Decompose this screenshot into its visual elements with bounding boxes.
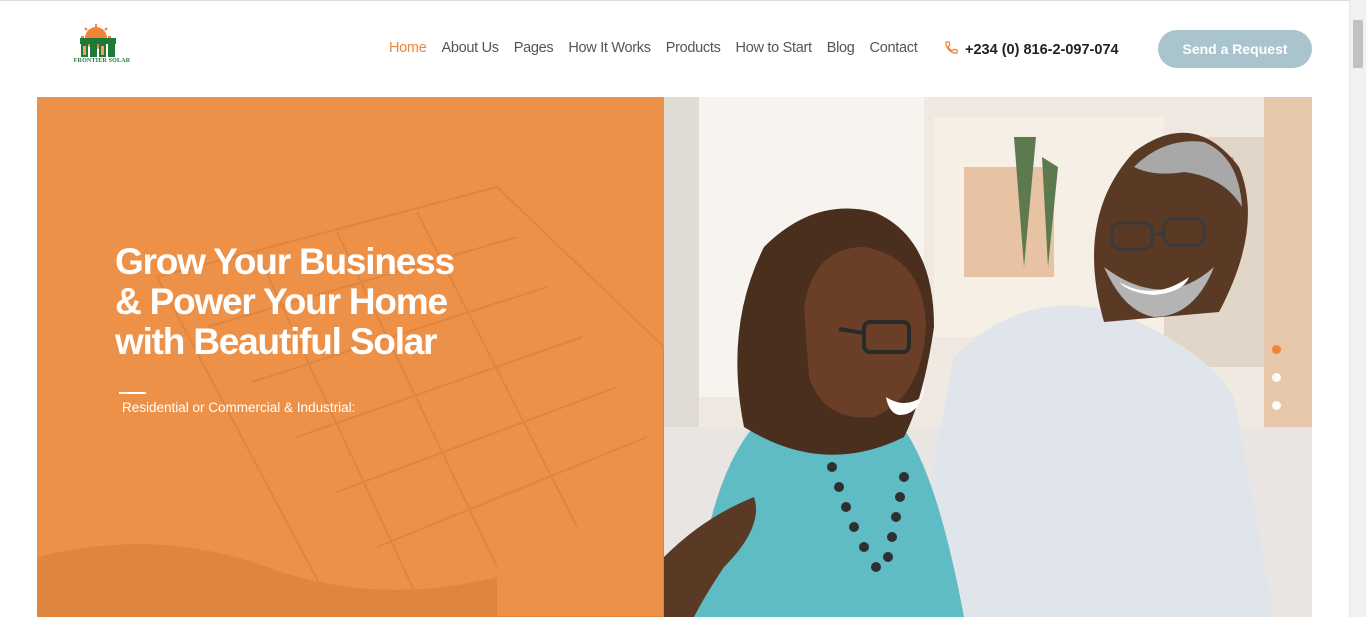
nav-products[interactable]: Products: [666, 40, 721, 56]
logo-icon: [80, 24, 116, 57]
logo-text: FRONTIER SOLAR: [73, 58, 131, 64]
main-nav: Home About Us Pages How It Works Product…: [389, 40, 918, 56]
phone-number: +234 (0) 816-2-097-074: [965, 42, 1119, 58]
nav-pages[interactable]: Pages: [514, 40, 554, 56]
slider-dot-3[interactable]: [1272, 401, 1281, 410]
hero-subtitle: Residential or Commercial & Industrial:: [122, 400, 356, 415]
nav-how-it-works[interactable]: How It Works: [568, 40, 651, 56]
nav-contact[interactable]: Contact: [870, 40, 918, 56]
hero-title-line-2: & Power Your Home: [115, 281, 448, 322]
nav-home[interactable]: Home: [389, 40, 427, 56]
slider-dot-1[interactable]: [1272, 345, 1281, 354]
hero-title: Grow Your Business & Power Your Home wit…: [115, 242, 535, 362]
hero-title-line-1: Grow Your Business: [115, 241, 455, 282]
slider-dot-2[interactable]: [1272, 373, 1281, 382]
header-phone[interactable]: +234 (0) 816-2-097-074: [944, 40, 1119, 60]
frontier-solar-logo[interactable]: FRONTIER SOLAR: [66, 24, 138, 70]
top-border: [0, 0, 1349, 1]
hero-image: [664, 97, 1312, 617]
hero-divider: [119, 392, 146, 394]
hero-slider: Grow Your Business & Power Your Home wit…: [37, 97, 1312, 617]
nav-how-to-start[interactable]: How to Start: [736, 40, 812, 56]
phone-icon: [944, 40, 959, 60]
hero-title-line-3: with Beautiful Solar: [115, 321, 438, 362]
vertical-scrollbar[interactable]: [1349, 0, 1366, 617]
send-request-button[interactable]: Send a Request: [1158, 30, 1312, 68]
hero-text-panel: Grow Your Business & Power Your Home wit…: [37, 97, 664, 617]
senior-couple-photo: [664, 97, 1312, 617]
scrollbar-thumb[interactable]: [1353, 20, 1363, 68]
nav-blog[interactable]: Blog: [827, 40, 855, 56]
nav-about-us[interactable]: About Us: [441, 40, 499, 56]
slider-dots: [1272, 345, 1281, 410]
